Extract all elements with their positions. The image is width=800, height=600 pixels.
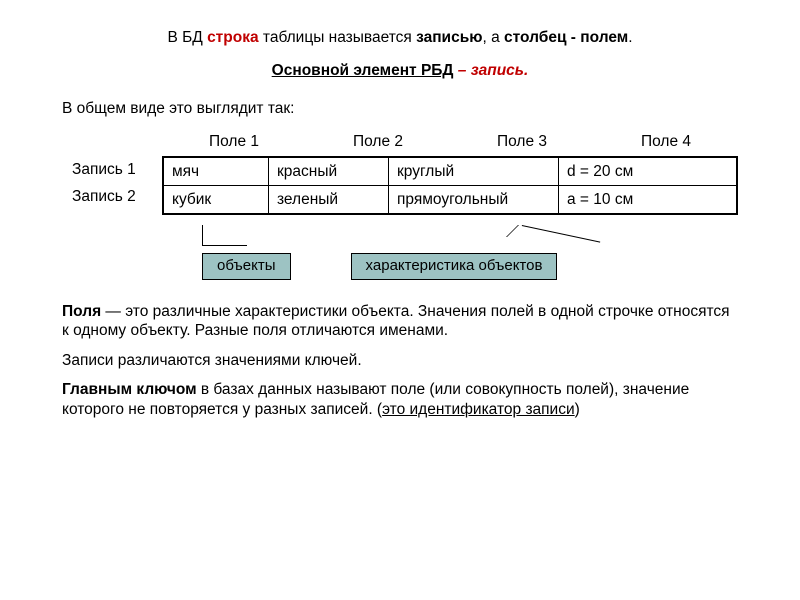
table-row: мяч красный круглый d = 20 см [164, 158, 736, 185]
main-key-definition: Главным ключом в базах данных называют п… [62, 380, 738, 419]
mainkey-term: Главным ключом [62, 381, 197, 398]
header-col-3: Поле 3 [450, 132, 594, 155]
header-col-1: Поле 1 [162, 132, 306, 155]
t-row-word: строка [207, 29, 259, 46]
sub-dash: – [453, 62, 470, 79]
row-label-2: Запись 2 [72, 187, 136, 206]
example-grid: Поле 1 Поле 2 Поле 3 Поле 4 Запись 1 Зап… [72, 132, 738, 215]
cell: кубик [164, 186, 269, 213]
cell: a = 10 см [559, 186, 736, 213]
title-line: В БД строка таблицы называется записью, … [62, 28, 738, 47]
cell: прямоугольный [389, 186, 559, 213]
sub-word: запись [471, 62, 524, 79]
cell: мяч [164, 158, 269, 185]
row-label-1: Запись 1 [72, 160, 136, 179]
t-end: . [628, 29, 632, 46]
t-mid1: таблицы называется [259, 29, 416, 46]
table-row: кубик зеленый прямоугольный a = 10 см [164, 185, 736, 213]
tag-characteristics: характеристика объектов [351, 253, 558, 280]
cell: круглый [389, 158, 559, 185]
t-record-word: записью [416, 29, 482, 46]
cell: d = 20 см [559, 158, 736, 185]
cell: зеленый [269, 186, 389, 213]
sub-suffix: . [524, 62, 528, 79]
mainkey-underlined: это идентификатор записи [382, 401, 575, 418]
fields-term: Поля [62, 303, 101, 320]
header-col-2: Поле 2 [306, 132, 450, 155]
intro-text: В общем виде это выглядит так: [62, 99, 738, 118]
cell: красный [269, 158, 389, 185]
subtitle: Основной элемент РБД – запись. [62, 61, 738, 80]
t-mid2: , а [482, 29, 504, 46]
fields-definition: Поля — это различные характеристики объе… [62, 302, 738, 341]
tag-boxes: объекты характеристика объектов [202, 253, 738, 280]
column-headers: Поле 1 Поле 2 Поле 3 Поле 4 [162, 132, 738, 155]
tag-objects: объекты [202, 253, 291, 280]
connector-lines [162, 225, 738, 253]
mainkey-end: ) [575, 401, 580, 418]
sub-prefix: Основной элемент РБД [272, 62, 454, 79]
records-differ: Записи различаются значениями ключей. [62, 351, 738, 370]
t-col-word: столбец - полем [504, 29, 628, 46]
body-text: Поля — это различные характеристики объе… [62, 302, 738, 419]
t-pre: В БД [167, 29, 207, 46]
data-table: мяч красный круглый d = 20 см кубик зеле… [162, 156, 738, 216]
fields-rest: — это различные характеристики объекта. … [62, 303, 730, 339]
header-col-4: Поле 4 [594, 132, 738, 155]
